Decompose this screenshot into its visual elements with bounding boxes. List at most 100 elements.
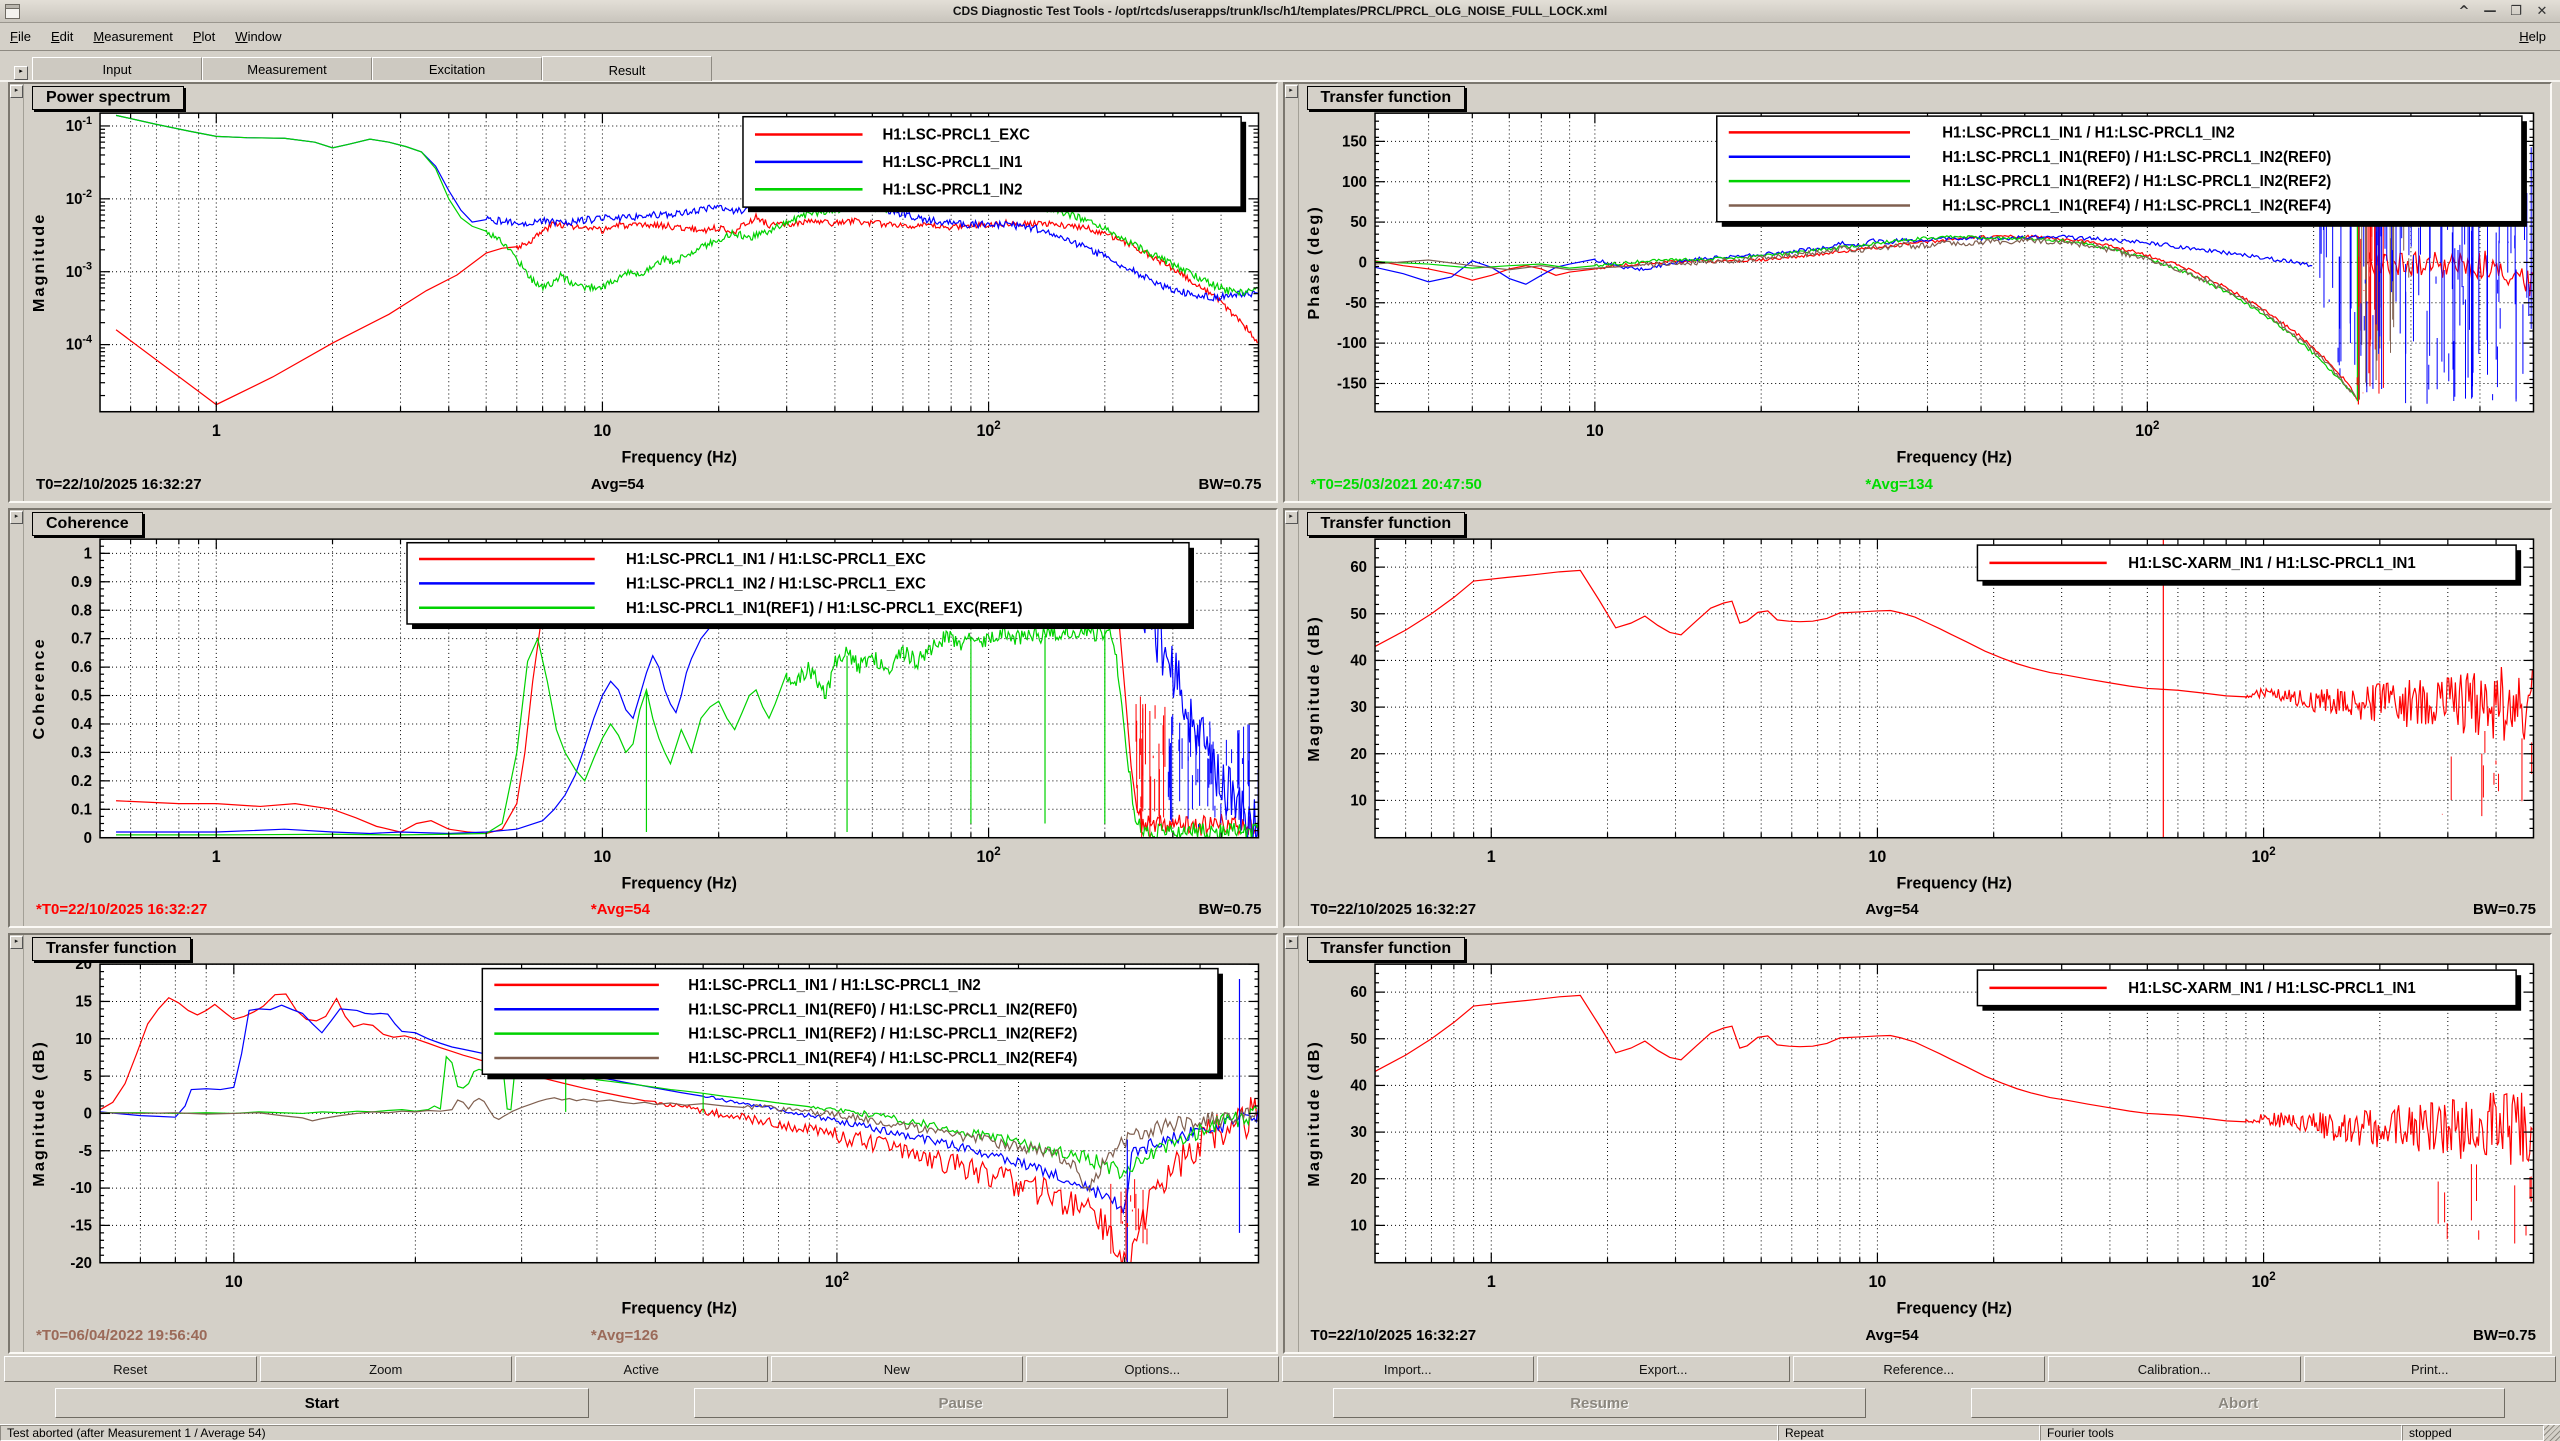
tabbar: ▸ Input Measurement Excitation Result [0, 51, 2560, 82]
pane-expand-button[interactable]: ▸ [10, 936, 23, 949]
svg-text:0.7: 0.7 [71, 630, 92, 647]
svg-text:Frequency (Hz): Frequency (Hz) [1896, 874, 2011, 892]
resize-grip[interactable] [2544, 1425, 2560, 1441]
plot-canvas-2[interactable]: 10102-150-100-50050100150Frequency (Hz)P… [1299, 105, 2548, 473]
svg-text:10: 10 [75, 1031, 92, 1048]
pane-expand-button[interactable]: ▸ [10, 85, 23, 98]
svg-text:1: 1 [1486, 848, 1495, 866]
options-button[interactable]: Options... [1026, 1356, 1279, 1382]
plot-canvas-6[interactable]: 110102102030405060Frequency (Hz)Magnitud… [1299, 956, 2548, 1324]
pane-expand-button[interactable]: ▸ [1285, 85, 1298, 98]
plot-t0: T0=22/10/2025 16:32:27 [1311, 901, 1477, 918]
pause-button: Pause [694, 1388, 1228, 1418]
maximize-icon[interactable]: ❐ [2508, 4, 2524, 19]
svg-text:H1:LSC-PRCL1_IN1: H1:LSC-PRCL1_IN1 [882, 154, 1022, 171]
menu-plot[interactable]: Plot [183, 25, 225, 48]
pane-splitter[interactable]: ▸ [1285, 510, 1299, 927]
svg-text:0.8: 0.8 [71, 602, 92, 619]
svg-text:Magnitude: Magnitude [30, 213, 48, 312]
pane-splitter[interactable]: ▸ [10, 510, 24, 927]
reset-button[interactable]: Reset [4, 1356, 257, 1382]
plot-t0: *T0=06/04/2022 19:56:40 [36, 1327, 207, 1344]
svg-text:Frequency (Hz): Frequency (Hz) [622, 1300, 737, 1318]
svg-text:1: 1 [84, 545, 92, 562]
plot-title: Coherence [32, 512, 143, 536]
svg-text:102: 102 [2251, 1270, 2275, 1291]
plot-canvas-3[interactable]: 11010200.10.20.30.40.50.60.70.80.91Frequ… [24, 531, 1273, 899]
svg-text:10: 10 [594, 422, 612, 440]
svg-text:Frequency (Hz): Frequency (Hz) [1896, 1300, 2011, 1318]
shade-icon[interactable]: ^ [2456, 4, 2472, 19]
tab-measurement[interactable]: Measurement [202, 57, 372, 80]
plot-canvas-4[interactable]: 110102102030405060Frequency (Hz)Magnitud… [1299, 531, 2548, 899]
calibration-button[interactable]: Calibration... [2048, 1356, 2301, 1382]
svg-text:Frequency (Hz): Frequency (Hz) [1896, 448, 2011, 466]
svg-text:60: 60 [1350, 984, 1367, 1001]
new-button[interactable]: New [771, 1356, 1024, 1382]
svg-text:0: 0 [84, 1106, 92, 1123]
menu-window[interactable]: Window [225, 25, 291, 48]
plot-title: Transfer function [1307, 86, 1466, 110]
svg-text:30: 30 [1350, 699, 1367, 716]
zoom-button[interactable]: Zoom [260, 1356, 513, 1382]
menu-edit[interactable]: Edit [41, 25, 83, 48]
menu-file[interactable]: File [0, 25, 41, 48]
import-button[interactable]: Import... [1282, 1356, 1535, 1382]
svg-text:0.2: 0.2 [71, 772, 92, 789]
svg-text:H1:LSC-PRCL1_IN1 / H1:LSC-PRCL: H1:LSC-PRCL1_IN1 / H1:LSC-PRCL1_IN2 [1942, 124, 2234, 141]
svg-text:50: 50 [1350, 214, 1367, 231]
window-titlebar[interactable]: CDS Diagnostic Test Tools - /opt/rtcds/u… [0, 0, 2560, 23]
minimize-icon[interactable]: — [2482, 4, 2498, 19]
tab-result[interactable]: Result [542, 56, 712, 81]
plot-canvas-1[interactable]: 11010210-110-210-310-4Frequency (Hz)Magn… [24, 105, 1273, 473]
status-state: stopped [2402, 1425, 2544, 1441]
pane-splitter[interactable]: ▸ [1285, 935, 1299, 1352]
pane-expand-button[interactable]: ▸ [1285, 511, 1298, 524]
close-icon[interactable]: ✕ [2534, 4, 2550, 19]
svg-text:H1:LSC-PRCL1_IN1(REF2) / H1:LS: H1:LSC-PRCL1_IN1(REF2) / H1:LSC-PRCL1_IN… [1942, 173, 2331, 190]
svg-text:Magnitude (dB): Magnitude (dB) [1305, 1040, 1323, 1187]
status-repeat: Repeat [1778, 1425, 2040, 1441]
export-button[interactable]: Export... [1537, 1356, 1790, 1382]
pane-splitter[interactable]: ▸ [10, 84, 24, 501]
svg-text:1: 1 [1486, 1273, 1495, 1291]
plot-panel-power-spectrum-1: ▸Power spectrum11010210-110-210-310-4Fre… [8, 82, 1278, 503]
pane-expand-button[interactable]: ▸ [10, 511, 23, 524]
plot-title: Power spectrum [32, 86, 184, 110]
tab-excitation[interactable]: Excitation [372, 57, 542, 80]
svg-text:1: 1 [212, 422, 221, 440]
svg-text:100: 100 [1341, 174, 1366, 191]
plot-canvas-5[interactable]: 10102-20-15-10-505101520Frequency (Hz)Ma… [24, 956, 1273, 1324]
svg-text:H1:LSC-PRCL1_IN1(REF0) / H1:LS: H1:LSC-PRCL1_IN1(REF0) / H1:LSC-PRCL1_IN… [1942, 149, 2331, 166]
svg-text:H1:LSC-PRCL1_IN1(REF4) / H1:LS: H1:LSC-PRCL1_IN1(REF4) / H1:LSC-PRCL1_IN… [1942, 197, 2331, 214]
svg-text:5: 5 [84, 1068, 92, 1085]
svg-text:40: 40 [1350, 1078, 1367, 1095]
svg-text:20: 20 [1350, 745, 1367, 762]
plot-panel-transfer-function-2: ▸Transfer function10102-150-100-50050100… [1283, 82, 2553, 503]
svg-text:Phase (deg): Phase (deg) [1305, 205, 1323, 319]
svg-text:-5: -5 [79, 1143, 92, 1160]
pane-toggle-icon[interactable]: ▸ [14, 66, 28, 80]
status-message: Test aborted (after Measurement 1 / Aver… [0, 1425, 1778, 1441]
pane-expand-button[interactable]: ▸ [1285, 936, 1298, 949]
reference-button[interactable]: Reference... [1793, 1356, 2046, 1382]
plot-t0: *T0=25/03/2021 20:47:50 [1311, 476, 1482, 493]
plot-footer: *T0=06/04/2022 19:56:40*Avg=126 [26, 1327, 1268, 1349]
active-button[interactable]: Active [515, 1356, 768, 1382]
measurement-controls: Start Pause Resume Abort [0, 1388, 2560, 1418]
svg-text:Frequency (Hz): Frequency (Hz) [622, 874, 737, 892]
svg-text:Magnitude (dB): Magnitude (dB) [30, 1040, 48, 1187]
statusbar: Test aborted (after Measurement 1 / Aver… [0, 1424, 2560, 1441]
svg-text:0.9: 0.9 [71, 573, 92, 590]
tab-input[interactable]: Input [32, 57, 202, 80]
plot-avg: *Avg=134 [1865, 476, 1932, 493]
pane-splitter[interactable]: ▸ [10, 935, 24, 1352]
svg-text:10-3: 10-3 [66, 261, 92, 281]
start-button[interactable]: Start [55, 1388, 589, 1418]
svg-text:150: 150 [1341, 133, 1366, 150]
print-button[interactable]: Print... [2304, 1356, 2557, 1382]
menu-help[interactable]: Help [2505, 25, 2560, 48]
svg-text:0.1: 0.1 [71, 801, 92, 818]
pane-splitter[interactable]: ▸ [1285, 84, 1299, 501]
menu-measurement[interactable]: Measurement [83, 25, 183, 48]
